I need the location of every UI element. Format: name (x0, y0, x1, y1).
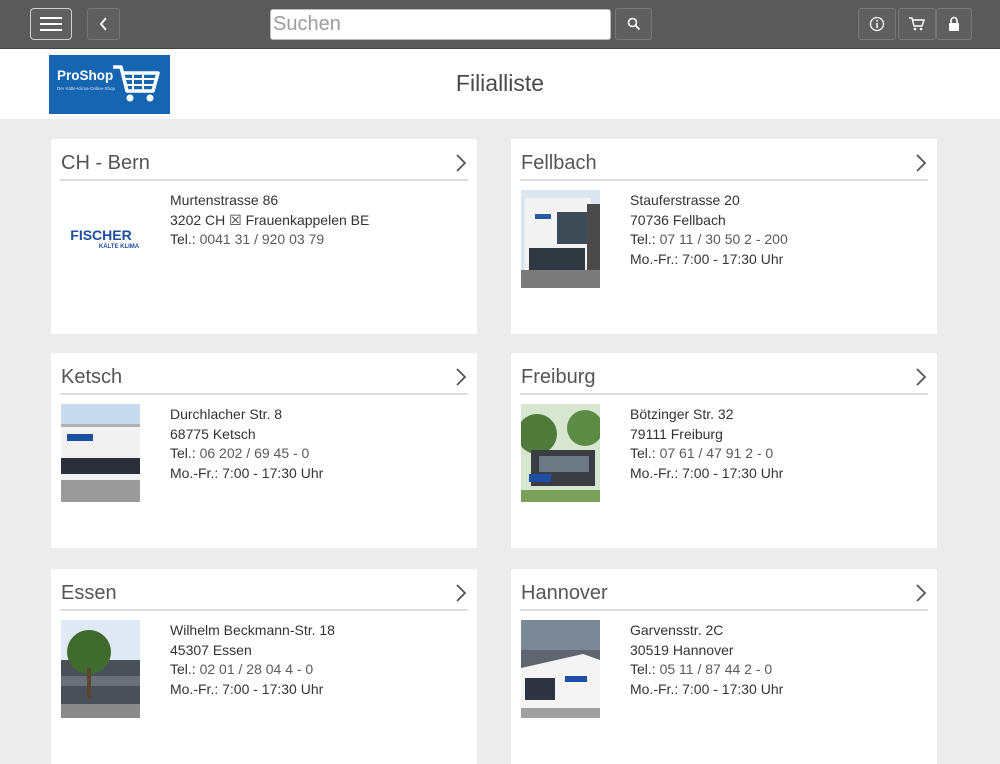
branch-building-photo (61, 620, 140, 718)
branch-address: Durchlacher Str. 8 68775 Ketsch Tel.: 06… (170, 405, 323, 483)
chevron-right-icon (456, 368, 467, 386)
search-input[interactable] (270, 9, 611, 40)
search-icon (627, 17, 640, 31)
branch-address: Murtenstrasse 86 3202 CH ☒ Frauenkappele… (170, 191, 369, 250)
branch-building-photo (61, 404, 140, 502)
phone-line: Tel.: 07 11 / 30 50 2 - 200 (630, 230, 788, 250)
branch-address: Bötzinger Str. 32 79111 Freiburg Tel.: 0… (630, 405, 783, 483)
phone-line: Tel.: 0041 31 / 920 03 79 (170, 230, 369, 250)
divider (520, 179, 928, 181)
opening-hours: Mo.-Fr.: 7:00 - 17:30 Uhr (630, 250, 784, 267)
phone-number[interactable]: 02 01 / 28 04 4 - 0 (200, 661, 314, 677)
phone-line: Tel.: 05 11 / 87 44 2 - 0 (630, 660, 783, 680)
opening-hours: Mo.-Fr.: 7:00 - 17:30 Uhr (630, 464, 784, 481)
city: 79111 Freiburg (630, 425, 723, 442)
street: Durchlacher Str. 8 (170, 406, 283, 422)
chevron-right-icon (916, 584, 927, 602)
branch-name: CH - Bern (61, 152, 150, 174)
branch-name: Ketsch (61, 366, 123, 388)
phone-label: Tel.: (630, 661, 656, 678)
branch-building-photo (521, 404, 600, 502)
phone-line: Tel.: 06 202 / 69 45 - 0 (170, 444, 323, 464)
city: 30519 Hannover (630, 641, 734, 658)
phone-number[interactable]: 07 61 / 47 91 2 - 0 (660, 445, 774, 461)
branch-name: Hannover (521, 582, 608, 604)
top-toolbar (0, 0, 1000, 49)
phone-label: Tel.: (630, 445, 656, 462)
opening-hours: Mo.-Fr.: 7:00 - 17:30 Uhr (170, 680, 324, 697)
hamburger-icon-bar (40, 29, 62, 31)
branch-name: Essen (61, 582, 117, 604)
search-button[interactable] (615, 8, 652, 40)
svg-text:KÄLTE KLIMA: KÄLTE KLIMA (99, 243, 140, 250)
phone-line: Tel.: 02 01 / 28 04 4 - 0 (170, 660, 335, 680)
street: Murtenstrasse 86 (170, 192, 279, 208)
phone-label: Tel.: (170, 445, 196, 462)
svg-text:FISCHER: FISCHER (70, 227, 131, 243)
cart-icon (909, 17, 925, 31)
back-button[interactable] (87, 8, 120, 40)
branch-address: Garvensstr. 2C 30519 Hannover Tel.: 05 1… (630, 621, 783, 699)
lock-icon (949, 16, 959, 31)
branch-card-hannover[interactable]: Hannover Garvensstr. 2C 30519 Hannover T… (511, 569, 937, 764)
city: 3202 CH ☒ Frauenkappelen BE (170, 211, 370, 228)
hamburger-icon (40, 17, 62, 19)
city: 70736 Fellbach (630, 211, 726, 228)
page-title: Filialliste (455, 70, 545, 96)
phone-label: Tel.: (170, 661, 196, 678)
phone-label: Tel.: (170, 231, 196, 248)
branch-building-photo (521, 190, 600, 288)
street: Stauferstrasse 20 (630, 192, 740, 208)
opening-hours: Mo.-Fr.: 7:00 - 17:30 Uhr (630, 680, 784, 697)
divider (60, 609, 468, 611)
phone-label: Tel.: (630, 231, 656, 248)
phone-number[interactable]: 05 11 / 87 44 2 - 0 (660, 661, 773, 677)
chevron-right-icon (456, 154, 467, 172)
hamburger-icon-bar (40, 23, 62, 25)
chevron-right-icon (916, 368, 927, 386)
divider (60, 393, 468, 395)
chevron-right-icon (456, 584, 467, 602)
branch-card-fellbach[interactable]: Fellbach Stauferstrasse 20 70736 Fellbac… (511, 139, 937, 334)
phone-number[interactable]: 0041 31 / 920 03 79 (200, 231, 325, 247)
page-header: ProShop Der Kälte-Klima-Online-Shop Fili… (0, 49, 1000, 119)
street: Bötzinger Str. 32 (630, 406, 734, 422)
branch-address: Stauferstrasse 20 70736 Fellbach Tel.: 0… (630, 191, 788, 269)
branch-name: Fellbach (521, 152, 597, 174)
phone-line: Tel.: 07 61 / 47 91 2 - 0 (630, 444, 783, 464)
chevron-right-icon (916, 154, 927, 172)
info-button[interactable] (858, 8, 896, 40)
branch-card-essen[interactable]: Essen Wilhelm Beckmann-Str. 18 45307 Ess… (51, 569, 477, 764)
divider (520, 609, 928, 611)
city: 68775 Ketsch (170, 425, 256, 442)
divider (520, 393, 928, 395)
phone-number[interactable]: 06 202 / 69 45 - 0 (200, 445, 310, 461)
divider (60, 179, 468, 181)
street: Wilhelm Beckmann-Str. 18 (170, 622, 335, 638)
fischer-kaelteklima-logo: FISCHER KÄLTE KLIMA (61, 190, 140, 288)
chevron-left-icon (99, 17, 107, 31)
branch-card-freiburg[interactable]: Freiburg Bötzinger Str. 32 79111 Freibur… (511, 353, 937, 548)
lock-button[interactable] (936, 8, 972, 40)
menu-button[interactable] (30, 8, 72, 40)
street: Garvensstr. 2C (630, 622, 724, 638)
branch-address: Wilhelm Beckmann-Str. 18 45307 Essen Tel… (170, 621, 335, 699)
city: 45307 Essen (170, 641, 252, 658)
cart-button[interactable] (898, 8, 936, 40)
info-icon (869, 16, 885, 32)
branch-card-ketsch[interactable]: Ketsch Durchlacher Str. 8 68775 Ketsch T… (51, 353, 477, 548)
phone-number[interactable]: 07 11 / 30 50 2 - 200 (660, 231, 788, 247)
branch-name: Freiburg (521, 366, 596, 388)
branch-building-photo (521, 620, 600, 718)
branch-card-ch-bern[interactable]: CH - Bern FISCHER KÄLTE KLIMA Murtenstra… (51, 139, 477, 334)
opening-hours: Mo.-Fr.: 7:00 - 17:30 Uhr (170, 464, 324, 481)
